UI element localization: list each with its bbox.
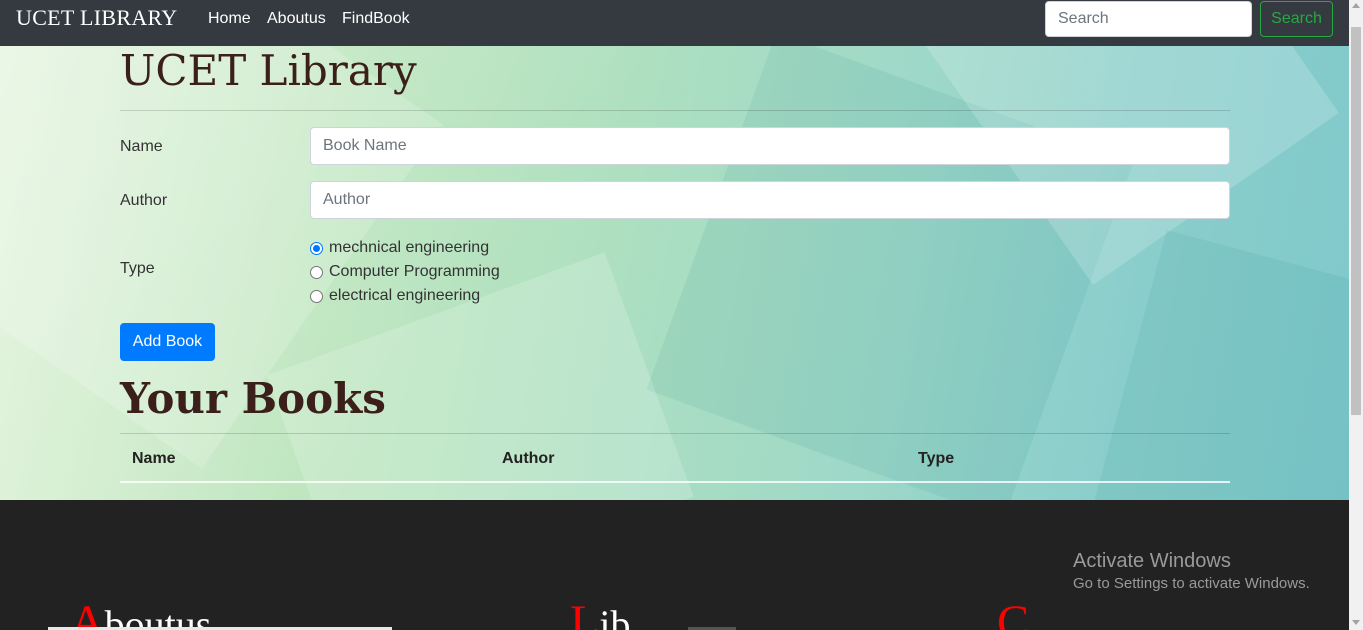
table-header-name: Name [132, 450, 176, 467]
book-name-input[interactable] [310, 127, 1230, 165]
type-label: Type [120, 260, 155, 277]
your-books-title: Your Books [120, 374, 386, 423]
name-label: Name [120, 138, 163, 155]
nav-link-home[interactable]: Home [208, 10, 251, 28]
search-input[interactable] [1045, 1, 1252, 37]
radio-button[interactable] [310, 289, 323, 303]
nav-link-aboutus[interactable]: Aboutus [267, 10, 326, 28]
type-option-computer[interactable]: Computer Programming [310, 263, 500, 281]
radio-label: electrical engineering [329, 287, 481, 304]
navbar-brand[interactable]: UCET LIBRARY [16, 5, 178, 31]
type-option-mechanical[interactable]: mechnical engineering [310, 239, 489, 257]
activate-windows-watermark: Activate Windows Go to Settings to activ… [1073, 550, 1310, 592]
author-label: Author [120, 192, 168, 209]
type-option-electrical[interactable]: electrical engineering [310, 287, 480, 305]
footer-heading-contact: C [997, 596, 1030, 630]
top-navbar: UCET LIBRARY Home Aboutus FindBook Searc… [0, 0, 1349, 46]
table-header-border [120, 481, 1230, 483]
footer: Aboutus Lib C Activate Windows Go to Set… [0, 500, 1349, 630]
page-title: UCET Library [120, 46, 417, 95]
table-header-type: Type [918, 450, 955, 467]
radio-button[interactable] [310, 241, 323, 255]
radio-label: mechnical engineering [329, 239, 490, 256]
scrollbar-thumb[interactable] [1351, 27, 1361, 415]
radio-button[interactable] [310, 265, 323, 279]
table-header-author: Author [502, 450, 555, 467]
vertical-scrollbar[interactable] [1349, 0, 1363, 630]
background-shape [1084, 230, 1349, 500]
radio-label: Computer Programming [329, 263, 500, 280]
search-button[interactable]: Search [1260, 1, 1333, 37]
footer-heading-library: Lib [570, 596, 631, 630]
add-book-button[interactable]: Add Book [120, 323, 215, 361]
nav-link-findbook[interactable]: FindBook [342, 10, 410, 28]
books-divider [120, 433, 1230, 434]
scroll-down-icon[interactable] [1352, 620, 1360, 625]
main-content: UCET Library Name Author Type mechnical … [0, 46, 1349, 500]
scroll-up-icon[interactable] [1352, 3, 1360, 8]
author-input[interactable] [310, 181, 1230, 219]
footer-heading-aboutus: Aboutus [70, 596, 212, 630]
title-divider [120, 110, 1230, 111]
